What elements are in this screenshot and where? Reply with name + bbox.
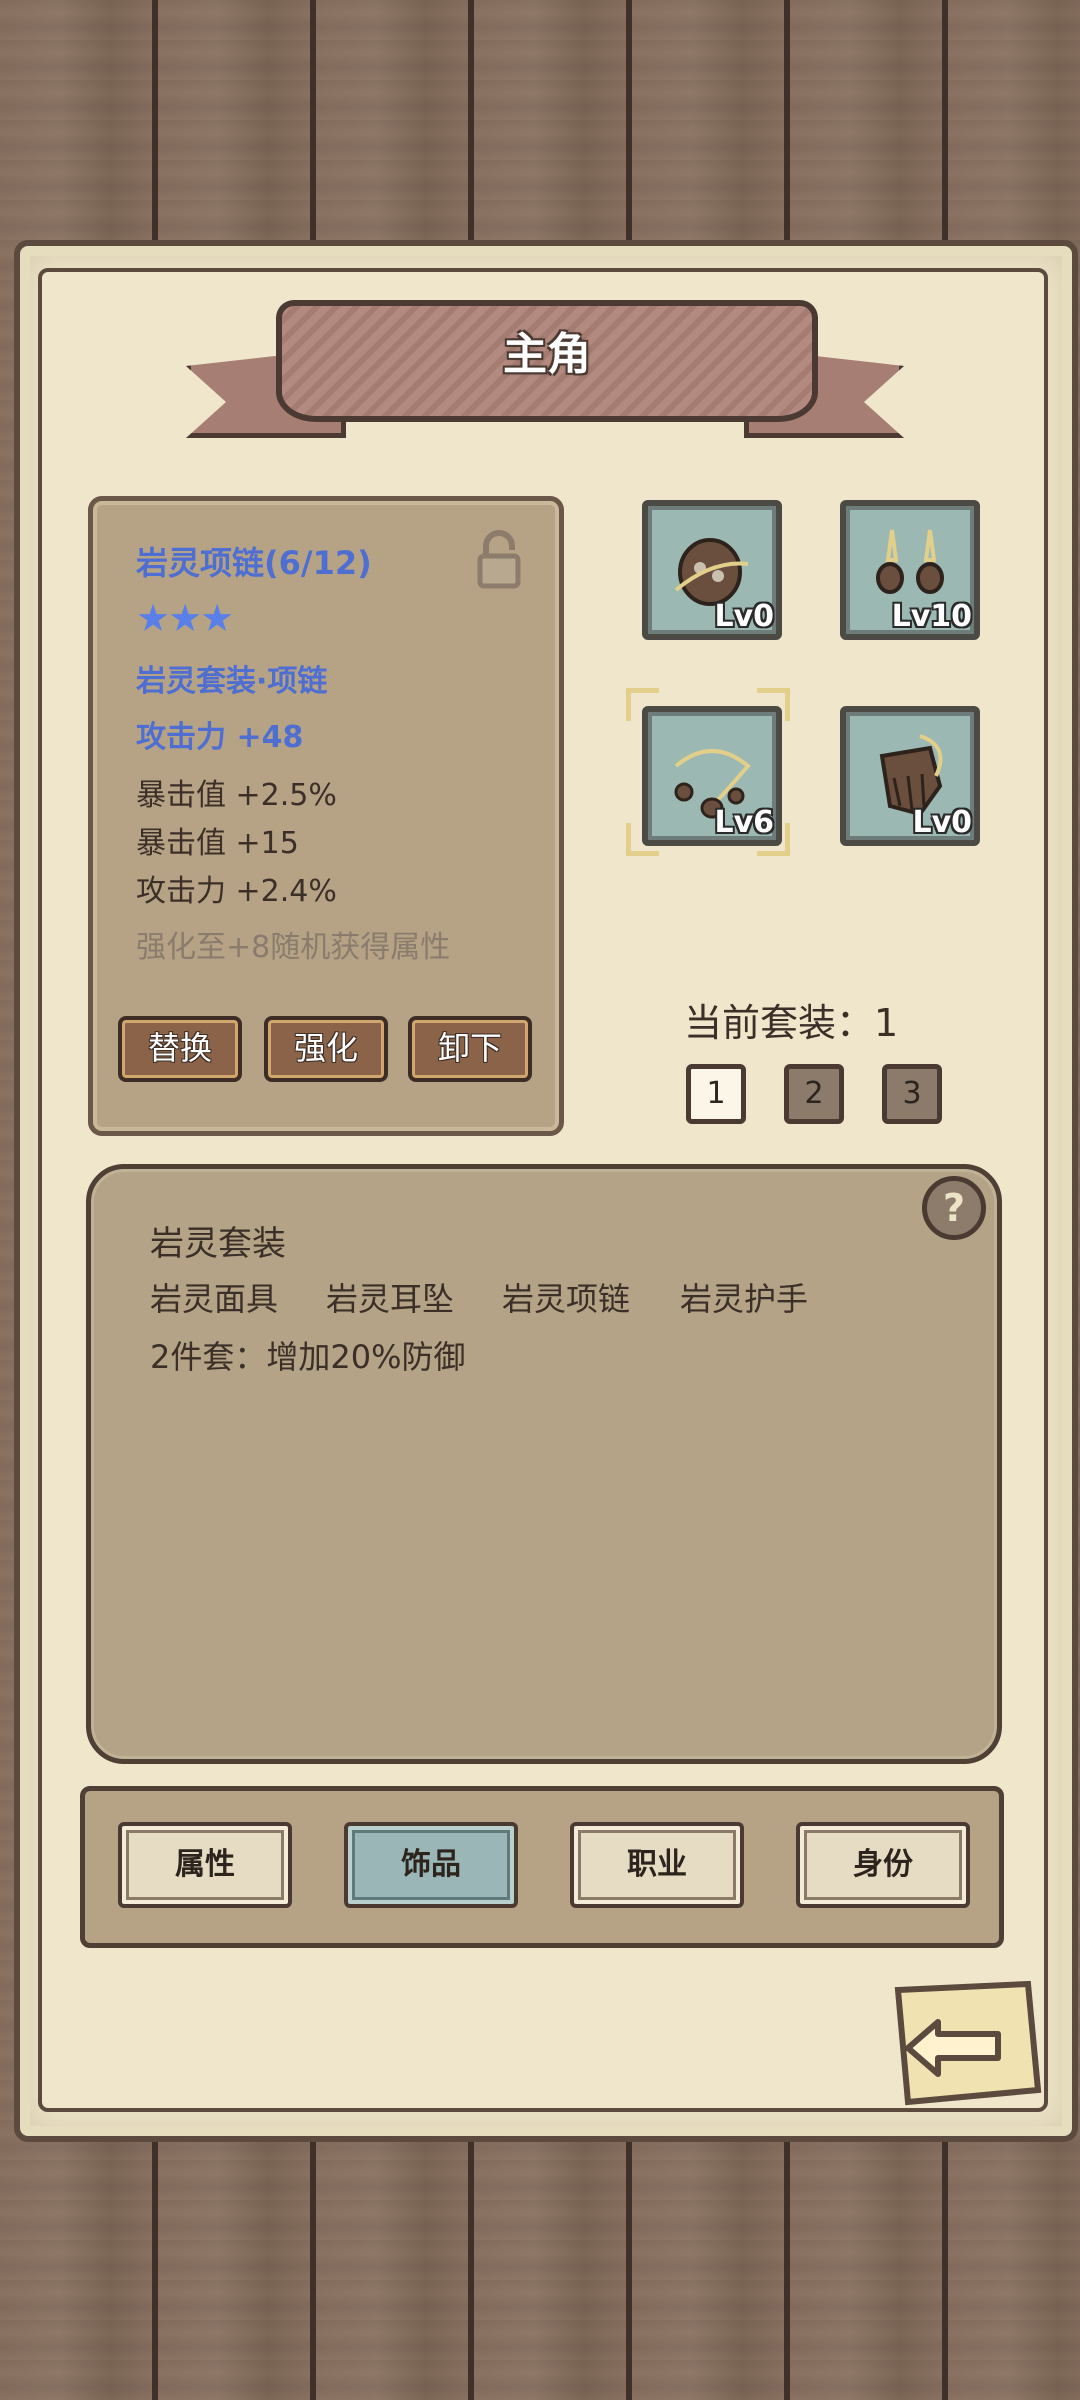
tab-identity[interactable]: 身份 — [796, 1822, 970, 1908]
tab-accessories[interactable]: 饰品 — [344, 1822, 518, 1908]
slot-level: Lv0 — [912, 805, 972, 840]
unlock-icon[interactable] — [476, 530, 526, 590]
set-piece: 岩灵耳坠 — [326, 1280, 455, 1318]
item-sub-stat: 暴击值 +2.5% — [136, 778, 337, 813]
item-main-stat: 攻击力 +48 — [136, 720, 304, 755]
item-set-name: 岩灵套装·项链 — [136, 664, 328, 699]
tab-profession[interactable]: 职业 — [570, 1822, 744, 1908]
item-name: 岩灵项链(6/12) — [136, 544, 372, 582]
set-tab-2[interactable]: 2 — [784, 1064, 844, 1124]
set-tab-3[interactable]: 3 — [882, 1064, 942, 1124]
item-stars: ★★★ — [136, 596, 234, 640]
enhance-hint: 强化至+8随机获得属性 — [136, 930, 451, 965]
replace-button[interactable]: 替换 — [118, 1016, 242, 1082]
set-piece: 岩灵面具 — [150, 1280, 279, 1318]
slot-level: Lv6 — [714, 805, 774, 840]
back-arrow-icon[interactable] — [878, 1970, 1050, 2120]
item-sub-stat: 攻击力 +2.4% — [136, 874, 337, 909]
slot-level: Lv10 — [891, 599, 972, 634]
set-piece: 岩灵护手 — [680, 1280, 809, 1318]
equip-slot-necklace[interactable]: Lv6 — [642, 706, 782, 846]
set-piece: 岩灵项链 — [502, 1280, 631, 1318]
page-title: 主角 — [503, 329, 591, 380]
set-title: 岩灵套装 — [150, 1224, 286, 1264]
equip-slot-gauntlet[interactable]: Lv0 — [840, 706, 980, 846]
current-set-label: 当前套装：1 — [684, 1001, 899, 1045]
enhance-button[interactable]: 强化 — [264, 1016, 388, 1082]
equip-slot-earring[interactable]: Lv10 — [840, 500, 980, 640]
unequip-button[interactable]: 卸下 — [408, 1016, 532, 1082]
help-icon[interactable]: ? — [922, 1176, 986, 1240]
equip-slot-helmet[interactable]: Lv0 — [642, 500, 782, 640]
slot-level: Lv0 — [714, 599, 774, 634]
set-bonus: 2件套：增加20%防御 — [150, 1338, 466, 1376]
item-sub-stat: 暴击值 +15 — [136, 826, 299, 861]
set-tab-1[interactable]: 1 — [686, 1064, 746, 1124]
tab-attributes[interactable]: 属性 — [118, 1822, 292, 1908]
